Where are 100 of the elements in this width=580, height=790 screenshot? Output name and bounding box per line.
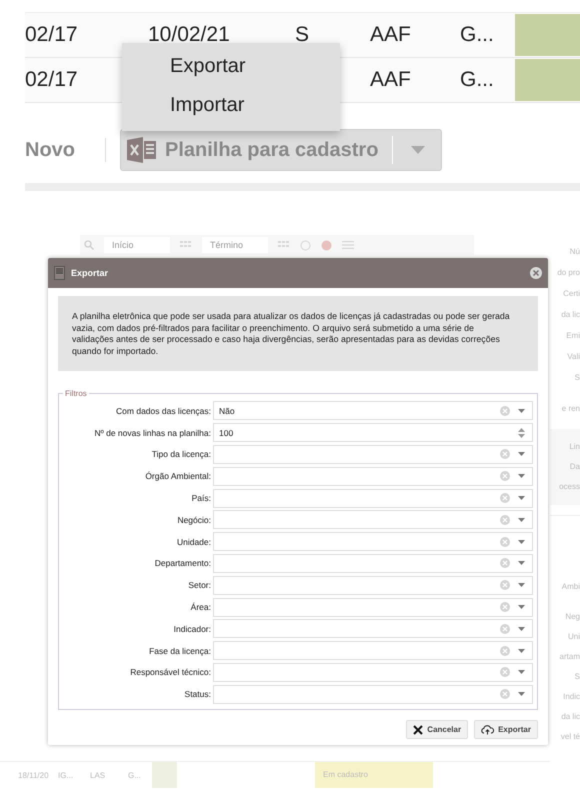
field-label: Indicador: — [172, 624, 212, 634]
description-text: A planilha eletrônica que pode ser usada para atualizar os dados de licenças já cadastradas ou pode ser gerada vazia, com dados pré-filtrados para facilitar o preenchimento. O arquivo será submetido a uma série de validações antes de ser processado e caso haja divergências, serão apresentadas para as devidas correções quando for importado. — [58, 296, 538, 371]
clear-icon[interactable] — [500, 689, 510, 700]
table-cell: 10/02/21 — [148, 23, 230, 46]
caret-icon[interactable] — [518, 452, 525, 456]
spreadsheet-icon — [127, 136, 157, 164]
field-label: Nú — [570, 246, 580, 258]
menu-item[interactable]: Importar — [122, 88, 340, 127]
clear-icon[interactable] — [500, 580, 510, 590]
cloud-upload-icon — [481, 724, 494, 734]
clear-icon[interactable] — [500, 493, 510, 504]
field-label: e ren — [562, 403, 580, 415]
clear-icon[interactable] — [500, 624, 510, 634]
calendar-icon — [278, 241, 290, 249]
clear-icon[interactable] — [500, 558, 510, 568]
spinner-icon[interactable] — [518, 428, 525, 438]
select-field[interactable]: Não — [213, 401, 533, 420]
caret-icon[interactable] — [518, 496, 525, 500]
cancel-button[interactable]: Cancelar — [406, 720, 468, 739]
field-label: artam — [560, 651, 580, 663]
field-label: da lic — [561, 711, 580, 723]
new-button[interactable]: Novo — [25, 138, 75, 162]
table-cell: 02/17 — [25, 68, 78, 91]
caret-icon[interactable] — [518, 648, 525, 653]
table-cell: G... — [460, 23, 494, 46]
select-field[interactable] — [213, 466, 533, 486]
close-icon[interactable] — [530, 267, 542, 279]
field-label: vel té — [560, 731, 580, 743]
clear-icon[interactable] — [500, 667, 510, 678]
field-label: Vali — [567, 351, 580, 363]
caret-icon[interactable] — [518, 561, 525, 566]
field-label: Status: — [184, 689, 212, 700]
caret-icon — [411, 146, 426, 154]
search-icon — [84, 240, 94, 250]
select-field[interactable] — [213, 488, 533, 508]
table-cell: G... — [460, 68, 494, 91]
field-label: S — [574, 671, 580, 683]
status-cell: Em cadastro — [315, 762, 433, 788]
field-label: Certi — [563, 288, 580, 300]
clear-icon[interactable] — [500, 471, 510, 482]
caret-icon[interactable] — [518, 605, 525, 610]
field-label: Uni — [568, 631, 580, 643]
field-label: Departamento: — [154, 558, 212, 568]
field-label: do pro — [557, 267, 580, 279]
number-field[interactable]: 100 — [213, 423, 533, 442]
caret-icon[interactable] — [518, 583, 525, 588]
dialog-title: Exportar — [71, 268, 110, 278]
select-field[interactable] — [213, 662, 533, 682]
table-cell-text: 18/11/20 — [18, 770, 50, 780]
select-field[interactable] — [213, 619, 533, 638]
caret-icon[interactable] — [518, 518, 525, 522]
table-cell-text: LAS — [90, 770, 106, 780]
field-label: Da — [570, 461, 580, 473]
field-label: Neg — [565, 611, 580, 623]
select-field[interactable] — [213, 684, 533, 704]
caret-icon[interactable] — [518, 670, 525, 674]
caret-icon[interactable] — [518, 408, 525, 413]
select-field[interactable] — [213, 641, 533, 660]
field-label: Fase da licença: — [148, 646, 212, 656]
menu-item[interactable]: Exportar — [122, 49, 340, 88]
field-label: S — [574, 372, 580, 384]
caret-icon[interactable] — [518, 474, 525, 478]
menu-icon — [342, 241, 354, 249]
export-button[interactable]: Exportar — [474, 720, 538, 739]
table-cell-text: G... — [128, 770, 142, 780]
status-cell — [515, 59, 580, 101]
clear-icon[interactable] — [500, 514, 510, 525]
group-title: Filtros — [64, 389, 88, 398]
clear-icon[interactable] — [500, 602, 510, 612]
close-icon — [413, 724, 424, 734]
field-label: Área: — [190, 602, 212, 612]
select-field[interactable] — [213, 554, 533, 573]
field-label: Tipo da licença: — [150, 449, 212, 460]
table-cell: 02/17 — [25, 23, 78, 46]
field-label: Com dados das licenças: — [115, 406, 212, 416]
field-label: Setor: — [187, 580, 212, 590]
field-label: ocess — [559, 481, 580, 493]
caret-icon[interactable] — [518, 540, 525, 544]
field-label: Lin — [569, 441, 580, 453]
field-label: da lic — [561, 309, 580, 321]
clear-icon[interactable] — [500, 406, 510, 416]
field-label: Responsável técnico: — [129, 667, 212, 678]
status-cell — [152, 762, 177, 788]
select-field[interactable] — [213, 444, 533, 464]
field-label: Nº de novas linhas na planilha: — [93, 428, 212, 438]
field-label: Negócio: — [176, 514, 212, 525]
select-field[interactable] — [213, 510, 533, 530]
field-label: Emi — [566, 330, 580, 342]
clear-icon[interactable] — [500, 536, 510, 547]
field-label: Unidade: — [176, 536, 212, 547]
select-field[interactable] — [213, 532, 533, 552]
calendar-icon — [180, 241, 192, 249]
select-field[interactable] — [213, 576, 533, 595]
status-cell — [515, 14, 580, 56]
clear-icon[interactable] — [500, 646, 510, 656]
caret-icon[interactable] — [518, 626, 525, 631]
table-cell: S — [295, 23, 310, 46]
caret-icon[interactable] — [518, 692, 525, 696]
clear-icon[interactable] — [500, 449, 510, 460]
select-field[interactable] — [213, 598, 533, 617]
